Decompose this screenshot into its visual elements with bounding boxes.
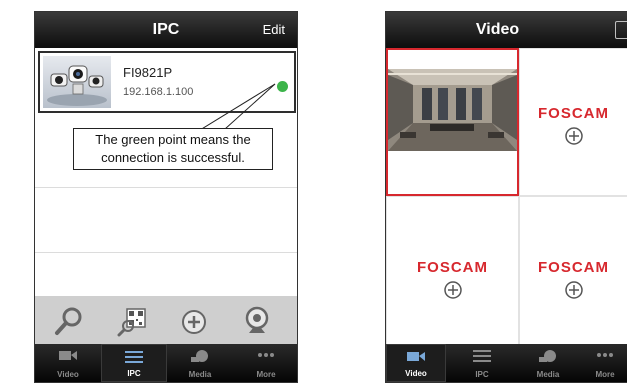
video-title: Video bbox=[475, 21, 520, 38]
tab-label: More bbox=[595, 370, 615, 379]
tab-more[interactable]: More bbox=[582, 344, 627, 382]
tab-label: Media bbox=[188, 370, 212, 379]
device-row[interactable]: FI9821P 192.168.1.100 bbox=[38, 51, 296, 113]
film-reel-icon bbox=[191, 350, 208, 362]
tab-label: IPC bbox=[127, 369, 141, 378]
more-dots-icon bbox=[597, 353, 613, 357]
tab-ipc[interactable]: IPC bbox=[101, 344, 167, 382]
tab-video[interactable]: Video bbox=[35, 344, 101, 382]
list-icon bbox=[125, 351, 143, 363]
live-video-feed bbox=[388, 50, 517, 194]
video-navbar: Video bbox=[386, 12, 627, 48]
foscam-logo: FOSCAM bbox=[538, 105, 609, 122]
more-dots-icon bbox=[258, 353, 274, 357]
ipc-title: IPC bbox=[152, 21, 180, 38]
tab-ipc[interactable]: IPC bbox=[452, 344, 512, 382]
callout-note: The green point means the connection is … bbox=[73, 128, 273, 170]
webcam-icon[interactable] bbox=[241, 305, 273, 337]
device-list: FI9821P 192.168.1.100 bbox=[35, 48, 297, 308]
camcorder-icon bbox=[407, 352, 425, 361]
ipc-navbar: IPC Edit bbox=[35, 12, 297, 48]
video-tabbar: Video IPC Media More bbox=[386, 344, 627, 382]
foscam-logo: FOSCAM bbox=[417, 259, 488, 276]
tab-label: IPC bbox=[475, 370, 489, 379]
camera-thumbnail bbox=[43, 56, 111, 108]
status-dot-icon bbox=[277, 81, 288, 92]
video-cell-3[interactable]: FOSCAM bbox=[386, 196, 519, 346]
camcorder-icon bbox=[59, 351, 77, 360]
qr-scan-icon[interactable] bbox=[117, 305, 149, 337]
device-ip: 192.168.1.100 bbox=[123, 86, 194, 98]
tab-label: Video bbox=[57, 370, 79, 379]
tab-label: More bbox=[256, 370, 276, 379]
ipc-action-toolbar bbox=[35, 296, 297, 346]
list-icon bbox=[473, 350, 491, 362]
edit-button[interactable]: Edit bbox=[263, 12, 285, 48]
list-divider bbox=[35, 252, 297, 253]
video-cell-4[interactable]: FOSCAM bbox=[519, 196, 627, 346]
search-icon[interactable] bbox=[53, 305, 85, 337]
video-cell-1[interactable] bbox=[386, 48, 519, 196]
video-screen: Video FOSCAM FOSCAM FOSCAM Video IPC Med… bbox=[385, 11, 627, 383]
tab-media[interactable]: Media bbox=[167, 344, 233, 382]
tab-video[interactable]: Video bbox=[386, 344, 446, 382]
ipc-screen: IPC Edit FI9821P 192.168.1.100 The green… bbox=[34, 11, 298, 383]
ipc-tabbar: Video IPC Media More bbox=[35, 344, 297, 382]
list-divider bbox=[35, 187, 297, 188]
foscam-logo: FOSCAM bbox=[538, 259, 609, 276]
tab-media[interactable]: Media bbox=[518, 344, 578, 382]
layout-toggle-button[interactable] bbox=[615, 21, 627, 39]
add-camera-icon bbox=[564, 127, 583, 145]
film-reel-icon bbox=[539, 350, 556, 362]
add-camera-icon bbox=[564, 281, 583, 299]
tab-label: Video bbox=[405, 369, 427, 378]
camera-product-image bbox=[47, 65, 107, 106]
add-circle-icon[interactable] bbox=[178, 305, 210, 337]
video-grid: FOSCAM FOSCAM FOSCAM bbox=[386, 48, 627, 346]
video-cell-2[interactable]: FOSCAM bbox=[519, 48, 627, 196]
tab-label: Media bbox=[536, 370, 560, 379]
add-camera-icon bbox=[443, 281, 462, 299]
device-name: FI9821P bbox=[123, 65, 173, 80]
tab-more[interactable]: More bbox=[233, 344, 297, 382]
